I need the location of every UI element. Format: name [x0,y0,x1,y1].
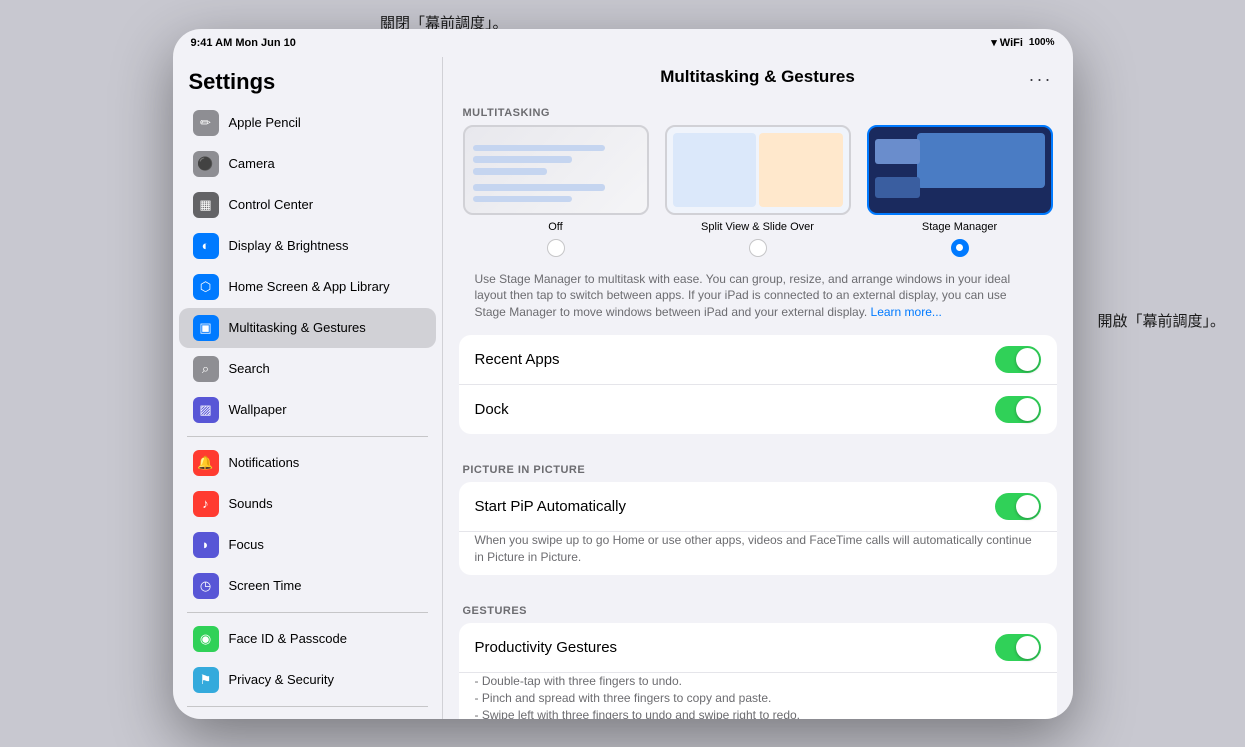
sidebar-divider-1 [187,612,428,613]
content-header: Multitasking & Gestures ··· [443,57,1073,93]
multitasking-label: Multitasking & Gestures [229,320,366,336]
sidebar-item-camera[interactable]: ⚫ Camera [179,144,436,184]
privacy-security-label: Privacy & Security [229,672,334,688]
sidebar-item-home-screen[interactable]: ⬡ Home Screen & App Library [179,267,436,307]
focus-label: Focus [229,537,264,553]
sidebar-title: Settings [173,57,442,103]
sidebar-divider-2 [187,706,428,707]
pip-section-label: PICTURE IN PICTURE [443,450,1073,482]
sidebar-item-sounds[interactable]: ♪ Sounds [179,484,436,524]
card-image-split-view [665,125,851,215]
card-label-off: Off [548,221,562,233]
wifi-icon: ▾ WiFi [991,36,1023,49]
recent-apps-row[interactable]: Recent Apps [459,335,1057,385]
wallpaper-label: Wallpaper [229,402,287,418]
pip-auto-toggle[interactable] [995,493,1041,520]
wallpaper-icon: ▨ [193,397,219,423]
face-id-label: Face ID & Passcode [229,631,348,647]
status-time: 9:41 AM Mon Jun 10 [191,37,296,49]
sidebar-item-wallpaper[interactable]: ▨ Wallpaper [179,390,436,430]
screen-time-label: Screen Time [229,578,302,594]
control-center-icon: ▦ [193,192,219,218]
card-radio-stage-manager[interactable] [951,239,969,257]
recent-apps-label: Recent Apps [475,351,560,368]
pip-auto-row[interactable]: Start PiP Automatically [459,482,1057,532]
card-radio-split-view[interactable] [749,239,767,257]
battery-icon: 100% [1029,37,1055,48]
multitasking-icon: ▣ [193,315,219,341]
gestures-section-label: GESTURES [443,591,1073,623]
sidebar-item-multitasking[interactable]: ▣ Multitasking & Gestures [179,308,436,348]
privacy-security-icon: ⚑ [193,667,219,693]
search-icon: ⌕ [193,356,219,382]
face-id-icon: ◉ [193,626,219,652]
sidebar-item-display-brightness[interactable]: ◐ Display & Brightness [179,226,436,266]
multitask-card-off[interactable]: Off [463,125,649,257]
sidebar-item-focus[interactable]: ◗ Focus [179,525,436,565]
card-image-off [463,125,649,215]
sidebar-item-app-store[interactable]: AApp Store [179,713,436,719]
status-right: ▾ WiFi 100% [991,36,1054,49]
multitask-cards: Off Split View & Slide Over Stage Manage… [443,125,1073,271]
apple-pencil-icon: ✏ [193,110,219,136]
sidebar-item-face-id[interactable]: ◉ Face ID & Passcode [179,619,436,659]
sidebar-item-apple-pencil[interactable]: ✏ Apple Pencil [179,103,436,143]
pip-group: Start PiP Automatically When you swipe u… [459,482,1057,576]
control-center-label: Control Center [229,197,314,213]
annotation-right: 開啟「幕前調度」。 [1097,310,1225,331]
sidebar-item-search[interactable]: ⌕ Search [179,349,436,389]
sidebar-item-control-center[interactable]: ▦ Control Center [179,185,436,225]
multitasking-section-label: MULTITASKING [443,93,1073,125]
sounds-label: Sounds [229,496,273,512]
card-label-stage-manager: Stage Manager [922,221,997,233]
dock-label: Dock [475,401,509,418]
header-dots-menu[interactable]: ··· [1029,69,1053,90]
pip-auto-label: Start PiP Automatically [475,498,626,515]
ipad-frame: 9:41 AM Mon Jun 10 ▾ WiFi 100% Settings … [173,29,1073,719]
sidebar-item-notifications[interactable]: 🔔 Notifications [179,443,436,483]
main-area: Settings ✏ Apple Pencil ⚫ Camera ▦ Control Ce… [173,57,1073,719]
sidebar[interactable]: Settings ✏ Apple Pencil ⚫ Camera ▦ Control Ce… [173,57,443,719]
sidebar-divider-0 [187,436,428,437]
learn-more-link[interactable]: Learn more... [871,305,942,319]
multitask-card-split-view[interactable]: Split View & Slide Over [665,125,851,257]
card-label-split-view: Split View & Slide Over [701,221,814,233]
content-title: Multitasking & Gestures [660,67,855,87]
notifications-label: Notifications [229,455,300,471]
productivity-gestures-row[interactable]: Productivity Gestures [459,623,1057,673]
display-brightness-label: Display & Brightness [229,238,349,254]
content-panel[interactable]: Multitasking & Gestures ··· MULTITASKING… [443,57,1073,719]
status-bar: 9:41 AM Mon Jun 10 ▾ WiFi 100% [173,29,1073,57]
apple-pencil-label: Apple Pencil [229,115,301,131]
productivity-gestures-toggle[interactable] [995,634,1041,661]
display-brightness-icon: ◐ [193,233,219,259]
focus-icon: ◗ [193,532,219,558]
sounds-icon: ♪ [193,491,219,517]
sidebar-item-privacy-security[interactable]: ⚑ Privacy & Security [179,660,436,700]
home-screen-icon: ⬡ [193,274,219,300]
camera-icon: ⚫ [193,151,219,177]
notifications-icon: 🔔 [193,450,219,476]
dock-toggle[interactable] [995,396,1041,423]
home-screen-label: Home Screen & App Library [229,279,390,295]
dock-row[interactable]: Dock [459,385,1057,434]
recent-apps-dock-group: Recent Apps Dock [459,335,1057,434]
card-image-stage-manager [867,125,1053,215]
productivity-gestures-label: Productivity Gestures [475,639,618,656]
sidebar-item-screen-time[interactable]: ◷ Screen Time [179,566,436,606]
multitask-card-stage-manager[interactable]: Stage Manager [867,125,1053,257]
stage-manager-desc: Use Stage Manager to multitask with ease… [459,271,1057,331]
productivity-group: Productivity Gestures - Double-tap with … [459,623,1057,718]
productivity-desc: - Double-tap with three fingers to undo.… [459,673,1057,718]
camera-label: Camera [229,156,275,172]
recent-apps-toggle[interactable] [995,346,1041,373]
sidebar-items-container: ✏ Apple Pencil ⚫ Camera ▦ Control Center ◐ Disp… [173,103,442,719]
card-radio-off[interactable] [547,239,565,257]
screen-time-icon: ◷ [193,573,219,599]
search-label: Search [229,361,270,377]
pip-desc: When you swipe up to go Home or use othe… [459,532,1057,576]
